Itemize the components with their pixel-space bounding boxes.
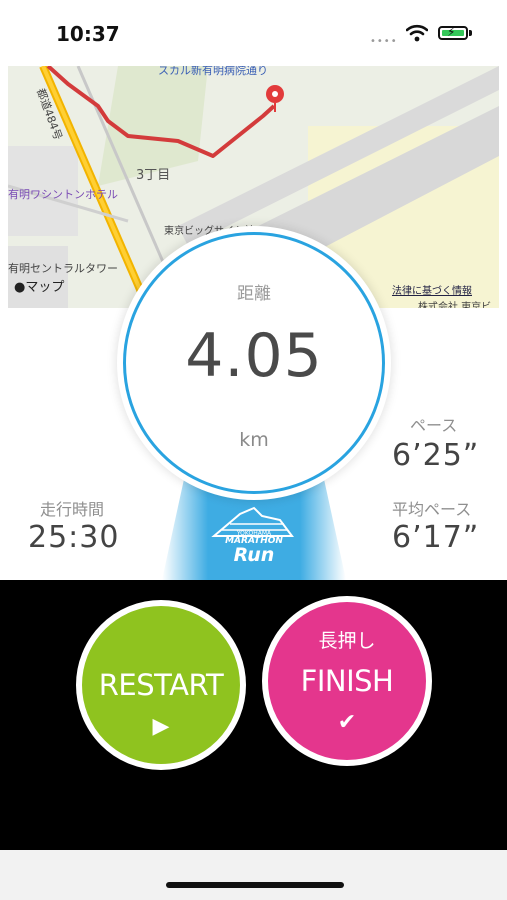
restart-button[interactable]: RESTART ▶: [76, 600, 246, 770]
home-area: [0, 850, 507, 900]
checkmark-icon: ✔: [337, 710, 357, 735]
home-indicator[interactable]: [166, 882, 344, 888]
elapsed-time-value: 25:30: [28, 520, 120, 555]
yokohama-marathon-logo: YOKOHAMA MARATHON Run: [200, 506, 308, 570]
distance-label: 距離: [237, 284, 271, 304]
long-press-label: 長押し: [318, 630, 376, 652]
finish-button[interactable]: 長押し FINISH ✔: [262, 596, 432, 766]
distance-unit: km: [239, 429, 269, 451]
brand-line2: MARATHON: [225, 536, 283, 544]
brand-run-text: Run: [233, 544, 275, 566]
avg-pace-label: 平均ペース: [392, 500, 472, 519]
play-icon: ▶: [152, 714, 170, 739]
distance-display: 距離 4.05 km: [123, 232, 385, 494]
control-panel: [0, 580, 507, 850]
pace-value: 6’25”: [392, 438, 480, 473]
elapsed-time-label: 走行時間: [40, 500, 105, 519]
finish-label: FINISH: [300, 664, 394, 698]
restart-label: RESTART: [98, 668, 224, 702]
pace-label: ペース: [410, 416, 458, 435]
avg-pace-value: 6’17”: [392, 520, 480, 555]
marathon-wing-icon: YOKOHAMA MARATHON: [211, 506, 294, 546]
distance-value: 4.05: [185, 321, 323, 391]
